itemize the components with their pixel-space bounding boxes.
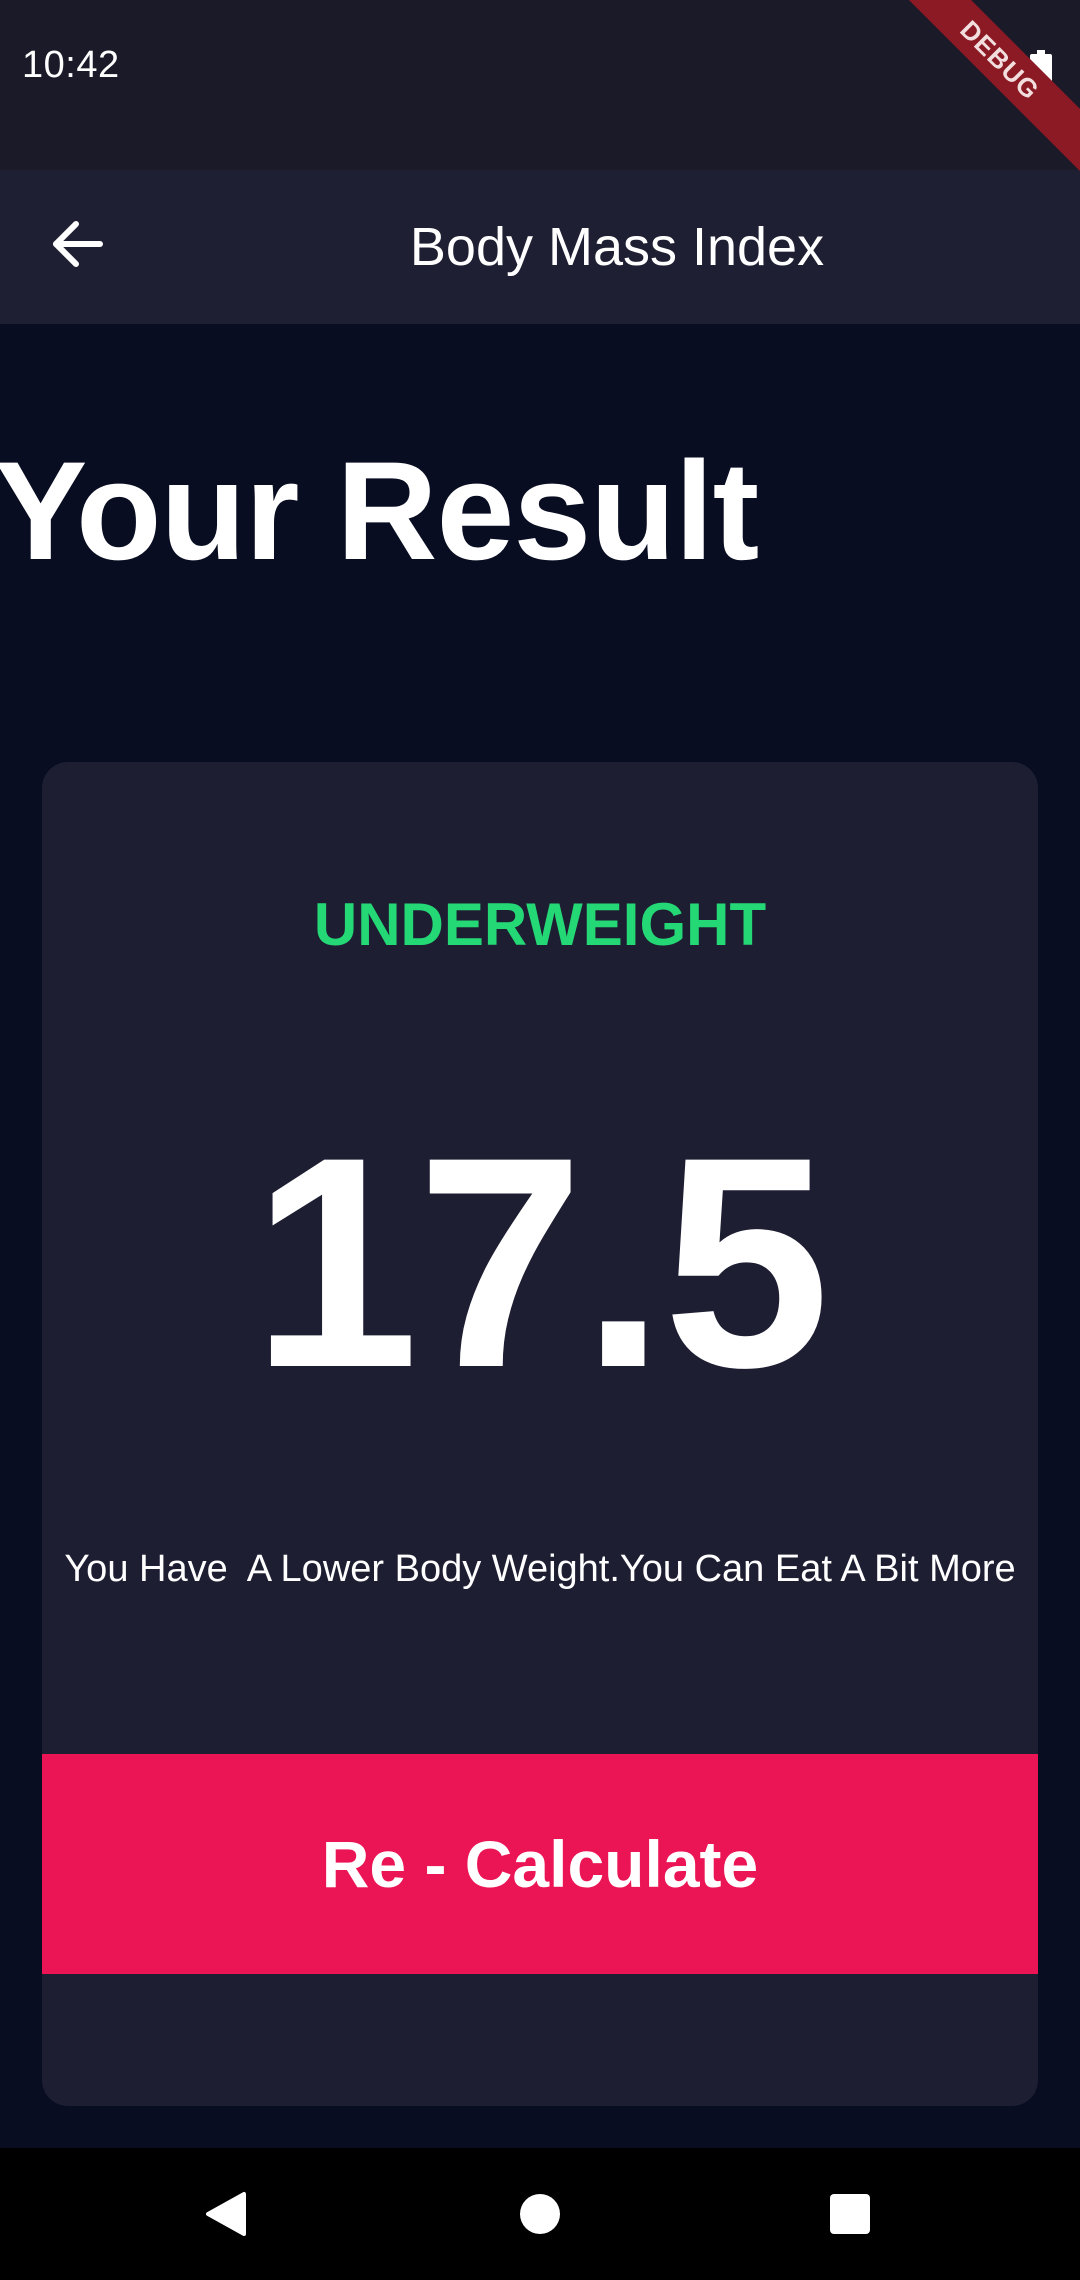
status-bar: 10:42 — [0, 0, 1080, 170]
result-card: UNDERWEIGHT 17.5 You Have A Lower Body W… — [42, 762, 1038, 2106]
app-title: Body Mass Index — [409, 217, 825, 277]
nav-home-icon[interactable] — [520, 2194, 560, 2234]
app-bar: Body Mass Index — [0, 170, 1080, 324]
bmi-advice-text: You Have A Lower Body Weight.You Can Eat… — [64, 1548, 1016, 1590]
bmi-result-screen: 10:42 Body Mass Index DEBUG Your Result … — [0, 0, 1080, 2280]
nav-recents-icon[interactable] — [830, 2194, 870, 2234]
page-title: Your Result — [0, 432, 759, 589]
system-nav-bar — [0, 2148, 1080, 2280]
nav-back-icon[interactable] — [204, 2190, 248, 2238]
bmi-category-label: UNDERWEIGHT — [313, 891, 767, 958]
recalculate-button[interactable]: Re - Calculate — [42, 1754, 1038, 1974]
status-time: 10:42 — [22, 44, 120, 86]
bmi-value: 17.5 — [252, 1094, 830, 1430]
